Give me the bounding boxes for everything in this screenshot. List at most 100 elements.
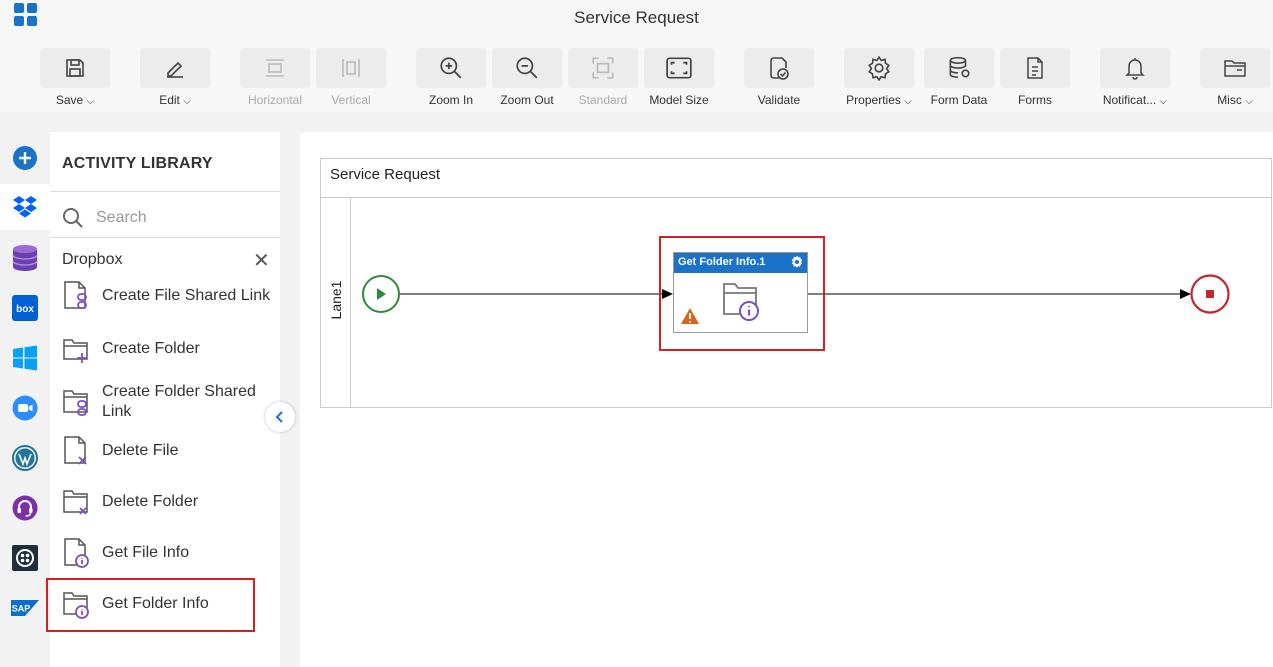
divider [50, 191, 280, 192]
rail-zoom[interactable] [0, 385, 50, 431]
vertical-button[interactable]: Vertical [316, 48, 386, 108]
connector-rail: box SAP [0, 132, 50, 667]
title-bar: Service Request [0, 0, 1273, 38]
file-info-icon [64, 538, 89, 568]
svg-text:box: box [16, 304, 34, 315]
box-icon: box [12, 295, 38, 321]
divider [50, 237, 280, 238]
library-search[interactable]: Search [62, 206, 147, 230]
rail-box[interactable]: box [0, 285, 50, 331]
standard-button[interactable]: Standard [568, 48, 638, 108]
vertical-align-icon [342, 59, 360, 77]
rail-add[interactable] [0, 135, 50, 181]
folder-delete-icon [63, 490, 88, 515]
rail-twilio[interactable] [0, 535, 50, 581]
properties-label: Properties [846, 93, 901, 107]
activity-create-folder[interactable]: Create Folder [62, 333, 272, 365]
form-data-button[interactable]: Form Data [924, 48, 994, 108]
forms-label: Forms [1018, 93, 1052, 107]
rail-windows[interactable] [0, 335, 50, 381]
standard-label: Standard [578, 93, 628, 107]
chevron-down-icon: ⌵ [1245, 96, 1253, 107]
zoom-out-label: Zoom Out [500, 93, 554, 107]
activity-create-folder-shared-link[interactable]: Create Folder Shared Link [62, 382, 272, 422]
activity-label: Create File Shared Link [102, 287, 271, 304]
rail-database[interactable] [0, 235, 50, 281]
windows-icon [13, 345, 37, 371]
save-label: Save [55, 93, 84, 107]
collapse-panel-button[interactable] [265, 402, 295, 432]
folder-icon [1224, 60, 1246, 77]
activity-label: Get File Info [102, 544, 190, 561]
process-canvas[interactable]: Service Request Lane1 Get Folder Info.1 [300, 132, 1273, 667]
save-button[interactable]: Save ⌵ [40, 48, 110, 108]
activity-label: Create Folder [102, 340, 200, 357]
activity-label: Delete Folder [102, 493, 199, 510]
activity-label: Create Folder Shared Link [102, 383, 256, 420]
model-size-button[interactable]: Model Size [644, 48, 714, 108]
activity-create-file-shared-link[interactable]: Create File Shared Link [62, 280, 272, 312]
folder-link-icon [63, 390, 88, 416]
zoom-out-icon [516, 57, 538, 79]
selection-highlight [46, 578, 255, 632]
sap-icon: SAP [11, 600, 39, 616]
forms-icon [1027, 57, 1043, 79]
page-title: Service Request [574, 8, 699, 27]
database-icon [12, 245, 38, 271]
add-icon [13, 146, 37, 170]
start-event[interactable] [361, 274, 401, 314]
activity-label: Delete File [102, 442, 179, 459]
close-icon[interactable]: ✕ [253, 251, 270, 271]
horizontal-button[interactable]: Horizontal [240, 48, 310, 108]
rail-support[interactable] [0, 485, 50, 531]
notifications-label: Notificat... [1102, 93, 1157, 107]
rail-wordpress[interactable] [0, 435, 50, 481]
svg-text:SAP: SAP [12, 604, 31, 614]
save-icon [66, 59, 84, 77]
notifications-button[interactable]: Notificat... ⌵ [1100, 48, 1170, 108]
bell-icon [1125, 58, 1145, 80]
wordpress-icon [12, 445, 38, 471]
zoom-in-button[interactable]: Zoom In [416, 48, 486, 108]
chevron-left-icon [275, 411, 283, 423]
fit-screen-icon [666, 57, 692, 79]
horizontal-label: Horizontal [247, 93, 303, 107]
toolbar: Save ⌵ Edit ⌵ Horizontal Vertical Zoom I… [0, 38, 1273, 112]
validate-button[interactable]: Validate [744, 48, 814, 108]
search-input[interactable]: Search [96, 209, 147, 227]
validate-label: Validate [757, 93, 801, 107]
end-event[interactable] [1190, 274, 1232, 316]
properties-button[interactable]: Properties ⌵ [844, 48, 914, 108]
zoom-video-icon [12, 395, 38, 421]
task-highlight [659, 236, 825, 351]
rail-sap[interactable]: SAP [0, 585, 50, 631]
gear-icon [868, 55, 890, 81]
chevron-down-icon: ⌵ [86, 96, 95, 107]
zoom-in-label: Zoom In [428, 93, 473, 107]
standard-size-icon [592, 57, 614, 79]
file-link-icon [64, 281, 87, 309]
misc-button[interactable]: Misc ⌵ [1200, 48, 1270, 108]
search-icon [63, 208, 83, 228]
pool[interactable]: Service Request Lane1 Get Folder Info.1 [320, 158, 1272, 408]
zoom-out-button[interactable]: Zoom Out [492, 48, 562, 108]
edit-button[interactable]: Edit ⌵ [140, 48, 210, 108]
chevron-down-icon: ⌵ [1159, 96, 1168, 107]
folder-add-icon [63, 339, 88, 363]
rail-dropbox[interactable] [0, 184, 50, 230]
model-size-label: Model Size [649, 93, 709, 107]
activity-delete-folder[interactable]: Delete Folder [62, 486, 272, 518]
vertical-label: Vertical [331, 93, 371, 107]
library-title: ACTIVITY LIBRARY [62, 155, 213, 172]
support-headset-icon [12, 495, 38, 521]
activity-get-file-info[interactable]: Get File Info [62, 537, 272, 569]
forms-button[interactable]: Forms [1000, 48, 1070, 108]
activity-delete-file[interactable]: Delete File [62, 435, 272, 467]
edit-label: Edit [159, 93, 180, 107]
twilio-icon [12, 545, 38, 571]
stop-icon [1206, 290, 1214, 298]
misc-label: Misc [1217, 93, 1242, 107]
dropbox-icon [13, 196, 37, 218]
form-data-label: Form Data [930, 93, 988, 107]
pencil-icon [167, 61, 183, 78]
